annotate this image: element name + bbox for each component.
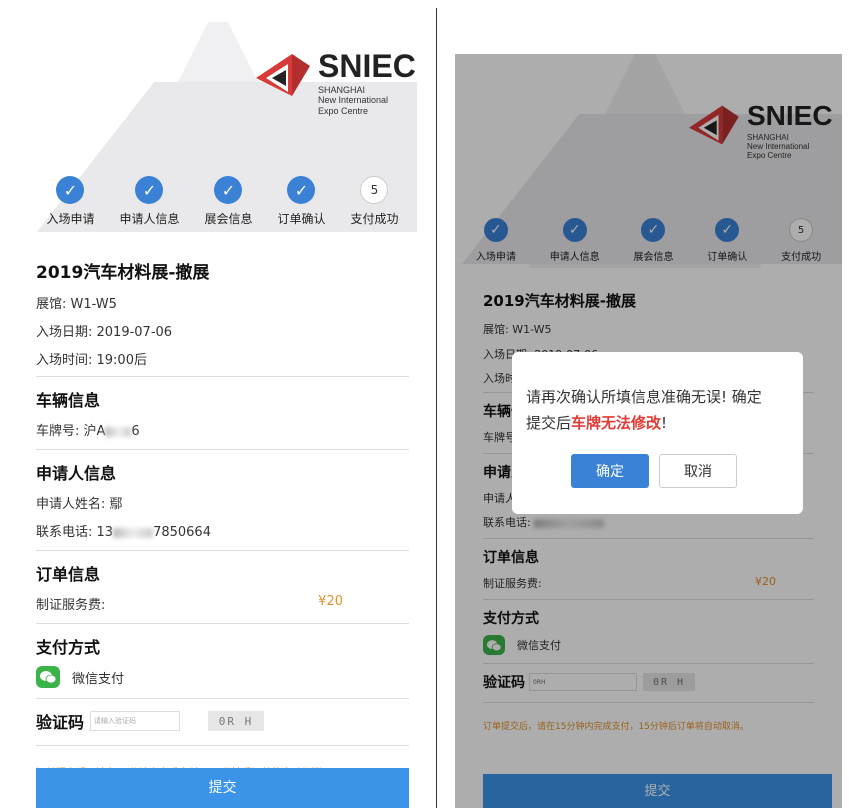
logo-sub1: SHANGHAI xyxy=(318,85,366,95)
phone-left: 13 xyxy=(96,525,114,540)
confirm-dialog: 请再次确认所填信息准确无误! 确定 提交后车牌无法修改! 确定 取消 xyxy=(512,352,803,514)
captcha-label: 验证码 xyxy=(36,713,85,732)
plate-number: 车牌号: 沪A 6 xyxy=(36,420,409,449)
left-phone-screen: SNIEC SHANGHAI New International Expo Ce… xyxy=(28,22,417,808)
applicant-phone: 联系电话: 13 7850664 xyxy=(36,521,409,550)
dialog-message: 请再次确认所填信息准确无误! 确定 提交后车牌无法修改! xyxy=(526,384,793,436)
dialog-line2: 提交后车牌无法修改! xyxy=(526,410,793,436)
redacted xyxy=(113,527,154,538)
check-icon: ✓ xyxy=(287,176,316,204)
applicant-name: 申请人姓名: 鄢 xyxy=(36,493,409,512)
step-label: 支付成功 xyxy=(350,212,399,226)
fee-value: ¥20 xyxy=(318,594,343,609)
fee-label: 制证服务费: xyxy=(36,598,106,613)
order-title: 订单信息 xyxy=(36,565,101,584)
captcha-input[interactable]: 请输入验证码 xyxy=(90,711,181,731)
step-label: 申请人信息 xyxy=(119,212,180,226)
payment-section: 支付方式 微信支付 xyxy=(36,623,409,698)
applicant-section: 申请人信息 申请人姓名: 鄢 联系电话: 13 7850664 xyxy=(36,449,409,550)
step-number: 5 xyxy=(360,176,389,204)
cancel-button[interactable]: 取消 xyxy=(659,454,737,488)
check-icon: ✓ xyxy=(214,176,243,204)
logo-sub3: Expo Centre xyxy=(318,105,369,116)
redacted xyxy=(105,426,132,437)
applicant-title: 申请人信息 xyxy=(36,464,117,483)
plate-label: 车牌号: 沪A xyxy=(36,424,106,439)
dialog-suffix: ! xyxy=(661,414,668,432)
payment-title: 支付方式 xyxy=(36,638,101,657)
applicant-name-value: 鄢 xyxy=(109,497,123,512)
payment-method-label: 微信支付 xyxy=(72,671,125,687)
step-4: ✓ 订单确认 xyxy=(277,176,326,227)
right-phone-screen: SNIEC SHANGHAI New International Expo Ce… xyxy=(455,54,842,808)
event-time: 入场时间: 19:00后 xyxy=(36,353,147,368)
payment-option-wechat[interactable]: 微信支付 xyxy=(36,666,409,698)
submit-button[interactable]: 提交 xyxy=(36,768,409,808)
step-2: ✓ 申请人信息 xyxy=(119,176,180,227)
applicant-name-label: 申请人姓名: xyxy=(36,497,110,512)
captcha-section: 验证码 请输入验证码 0R H xyxy=(36,698,409,746)
dialog-prefix: 提交后 xyxy=(526,414,572,432)
confirm-button[interactable]: 确定 xyxy=(571,454,649,488)
step-label: 展会信息 xyxy=(204,212,253,226)
order-section: 订单信息 制证服务费: ¥20 xyxy=(36,550,409,623)
step-5: 5 支付成功 xyxy=(350,176,399,227)
vehicle-title: 车辆信息 xyxy=(36,391,101,410)
plate-tail: 6 xyxy=(131,424,140,439)
dialog-warning: 车牌无法修改 xyxy=(571,414,662,432)
phone-label: 联系电话: xyxy=(36,525,97,540)
captcha-image[interactable]: 0R H xyxy=(208,711,265,731)
event-hall: 展馆: W1-W5 xyxy=(36,297,117,312)
comparison-screenshot: SNIEC SHANGHAI New International Expo Ce… xyxy=(0,0,849,808)
check-icon: ✓ xyxy=(135,176,164,204)
event-date: 入场日期: 2019-07-06 xyxy=(36,325,173,340)
check-icon: ✓ xyxy=(56,176,85,204)
wechat-icon xyxy=(36,666,60,688)
header-banner: SNIEC SHANGHAI New International Expo Ce… xyxy=(28,22,417,232)
dialog-line1: 请再次确认所填信息准确无误! 确定 xyxy=(526,388,762,406)
vehicle-section: 车辆信息 车牌号: 沪A 6 xyxy=(36,376,409,449)
event-title: 2019汽车材料展-撤展 xyxy=(36,263,210,283)
logo-title: SNIEC xyxy=(318,48,416,84)
captcha-row: 验证码 请输入验证码 0R H xyxy=(36,709,409,733)
phone-right: 7850664 xyxy=(153,525,211,540)
step-label: 订单确认 xyxy=(277,212,326,226)
fee-row: 制证服务费: ¥20 xyxy=(36,594,409,623)
divider xyxy=(436,8,437,808)
step-1: ✓ 入场申请 xyxy=(46,176,95,227)
logo-sub2: New International xyxy=(318,95,389,106)
sniec-logo: SNIEC SHANGHAI New International Expo Ce… xyxy=(252,50,416,116)
step-label: 入场申请 xyxy=(46,212,95,226)
step-3: ✓ 展会信息 xyxy=(204,176,253,227)
progress-steps: ✓ 入场申请 ✓ 申请人信息 ✓ 展会信息 ✓ 订单确认 5 支付成功 xyxy=(28,176,417,227)
sniec-logo-icon xyxy=(256,54,310,96)
